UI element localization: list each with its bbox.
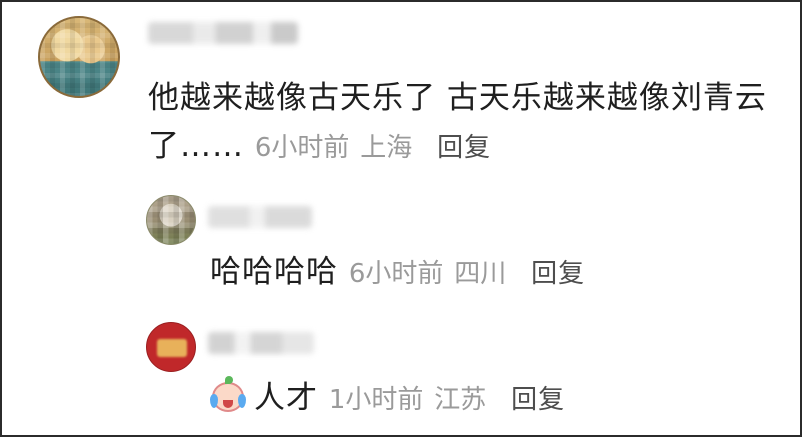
comment-body: 他越来越像古天乐了 古天乐越来越像刘青云了…… 6小时前 上海 回复	[148, 74, 768, 172]
crying-laughing-emoji-icon	[210, 376, 248, 414]
username-blurred[interactable]	[208, 206, 312, 228]
reply-location: 江苏	[434, 385, 487, 415]
comment-thread: 他越来越像古天乐了 古天乐越来越像刘青云了…… 6小时前 上海 回复 哈哈哈哈 …	[0, 0, 802, 437]
comment-location: 上海	[360, 133, 413, 163]
reply-time: 1小时前	[328, 385, 424, 415]
avatar[interactable]	[146, 322, 196, 372]
reply-body: 哈哈哈哈 6小时前 四川 回复	[210, 248, 585, 298]
reply-text: 哈哈哈哈	[210, 254, 338, 290]
reply-button[interactable]: 回复	[511, 385, 565, 415]
username-blurred[interactable]	[148, 22, 298, 44]
reply-time: 6小时前	[348, 259, 444, 289]
reply-button[interactable]: 回复	[437, 133, 491, 163]
reply-text: 人才	[254, 380, 318, 416]
reply-body: 人才 1小时前 江苏 回复	[210, 374, 565, 424]
username-blurred[interactable]	[208, 332, 314, 354]
reply-location: 四川	[454, 259, 507, 289]
avatar[interactable]	[146, 195, 196, 245]
avatar[interactable]	[38, 16, 120, 98]
comment-time: 6小时前	[254, 133, 350, 163]
reply-button[interactable]: 回复	[531, 259, 585, 289]
